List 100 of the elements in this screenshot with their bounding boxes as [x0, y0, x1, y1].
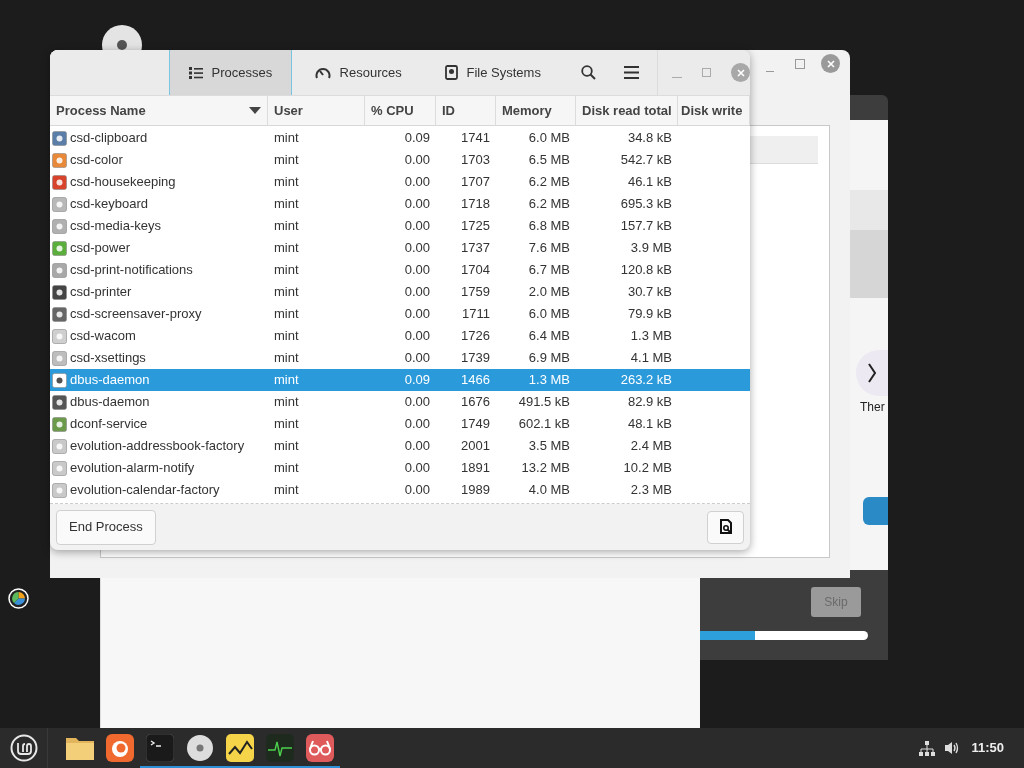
- fox-icon[interactable]: [106, 734, 134, 762]
- table-cell-text: csd-power: [70, 239, 131, 258]
- table-cell-text: csd-printer: [70, 283, 133, 302]
- heartbeat-icon[interactable]: [266, 734, 294, 762]
- table-cell-text: 1718: [460, 195, 491, 214]
- glasses-icon[interactable]: [306, 734, 334, 762]
- table-cell-text: evolution-calendar-factory: [70, 481, 221, 500]
- line-chart-icon[interactable]: [226, 734, 254, 762]
- disc-icon[interactable]: [186, 734, 214, 762]
- mint-logo-icon[interactable]: [9, 734, 38, 762]
- table-cell-text: 0.00: [403, 393, 431, 412]
- table-cell-text: 1.3 MB: [629, 327, 673, 346]
- column-header[interactable]: Process Name: [50, 96, 268, 125]
- table-cell-text: 1704: [460, 261, 491, 280]
- maximize-button[interactable]: [795, 59, 805, 69]
- table-cell-text: evolution-addressbook-factory: [70, 437, 246, 456]
- column-header[interactable]: User: [268, 96, 365, 125]
- table-cell-text: 1.3 MB: [527, 371, 571, 390]
- table-cell-text: 0.09: [403, 371, 431, 390]
- column-header[interactable]: % CPU: [365, 96, 436, 125]
- table-cell-text: 1749: [460, 415, 491, 434]
- process-row[interactable]: evolution-calendar-factory mint 0.00 1989 4.0 MB 2.3 MB: [50, 479, 750, 501]
- table-cell-text: 0.00: [403, 217, 431, 236]
- process-row[interactable]: csd-printer mint 0.00 1759 2.0 MB 30.7 kB: [50, 281, 750, 303]
- process-row[interactable]: csd-screensaver-proxy mint 0.00 1711 6.0 MB 79.9 kB: [50, 303, 750, 325]
- process-row[interactable]: evolution-addressbook-factory mint 0.00 2001 3.5 MB 2.4 MB: [50, 435, 750, 457]
- table-cell-text: mint: [273, 283, 300, 302]
- table-cell-text: csd-media-keys: [70, 217, 163, 236]
- table-cell-text: 2.0 MB: [527, 283, 571, 302]
- table-cell-text: 0.00: [403, 195, 431, 214]
- table-cell-text: mint: [273, 349, 300, 368]
- table-cell-text: csd-clipboard: [70, 129, 149, 148]
- table-cell-text: csd-print-notifications: [70, 261, 194, 280]
- search-icon[interactable]: [581, 65, 596, 80]
- close-icon: [826, 59, 835, 68]
- app-icon: [863, 497, 888, 525]
- menu-icon[interactable]: [624, 66, 639, 79]
- process-row[interactable]: csd-wacom mint 0.00 1726 6.4 MB 1.3 MB: [50, 325, 750, 347]
- table-cell-text: mint: [273, 415, 300, 434]
- table-cell-text: 3.9 MB: [629, 239, 673, 258]
- table-cell-text: mint: [273, 151, 300, 170]
- process-row[interactable]: csd-xsettings mint 0.00 1739 6.9 MB 4.1 MB: [50, 347, 750, 369]
- column-header[interactable]: Disk read total: [576, 96, 678, 125]
- process-row[interactable]: csd-keyboard mint 0.00 1718 6.2 MB 695.3 kB: [50, 193, 750, 215]
- table-cell-text: 2.3 MB: [629, 481, 673, 500]
- column-header[interactable]: ID: [436, 96, 496, 125]
- table-cell-text: 0.00: [403, 349, 431, 368]
- table-cell-text: 79.9 kB: [626, 305, 673, 324]
- table-cell-text: 82.9 kB: [626, 393, 673, 412]
- process-row[interactable]: csd-clipboard mint 0.09 1741 6.0 MB 34.8 kB: [50, 127, 750, 149]
- table-cell-text: 4.0 MB: [527, 481, 571, 500]
- column-header[interactable]: Memory: [496, 96, 576, 125]
- table-cell-text: mint: [273, 327, 300, 346]
- table-cell-text: 6.7 MB: [527, 261, 571, 280]
- network-icon[interactable]: [919, 740, 936, 756]
- color-wheel-icon[interactable]: [8, 588, 29, 609]
- table-cell-text: mint: [273, 195, 300, 214]
- table-cell-text: mint: [273, 371, 300, 390]
- table-cell-text: mint: [273, 481, 300, 500]
- table-cell-text: 30.7 kB: [626, 283, 673, 302]
- terminal-icon[interactable]: [146, 734, 174, 762]
- process-row[interactable]: csd-color mint 0.00 1703 6.5 MB 542.7 kB: [50, 149, 750, 171]
- process-row[interactable]: csd-print-notifications mint 0.00 1704 6.7 MB 120.8 kB: [50, 259, 750, 281]
- table-cell-text: 0.00: [403, 481, 431, 500]
- table-cell-text: 6.2 MB: [527, 195, 571, 214]
- process-icon: [52, 372, 67, 388]
- tab[interactable]: File Systems: [424, 50, 561, 95]
- table-cell-text: 0.09: [403, 129, 431, 148]
- process-row[interactable]: csd-power mint 0.00 1737 7.6 MB 3.9 MB: [50, 237, 750, 259]
- table-cell-text: mint: [273, 239, 300, 258]
- table-cell-text: 157.7 kB: [619, 217, 673, 236]
- table-cell-text: 2001: [460, 437, 491, 456]
- table-cell-text: 263.2 kB: [619, 371, 673, 390]
- end-process-button[interactable]: End Process: [56, 509, 156, 545]
- table-cell-text: 4.1 MB: [629, 349, 673, 368]
- table-cell-text: 3.5 MB: [527, 437, 571, 456]
- tab[interactable]: Resources: [291, 50, 425, 95]
- table-cell-text: 1891: [460, 459, 491, 478]
- table-cell-text: mint: [273, 459, 300, 478]
- table-cell-text: mint: [273, 305, 300, 324]
- table-cell-text: 0.00: [403, 327, 431, 346]
- table-cell-text: csd-screensaver-proxy: [70, 305, 203, 324]
- tab[interactable]: Processes: [168, 50, 292, 95]
- properties-button[interactable]: [707, 510, 744, 544]
- process-row[interactable]: csd-housekeeping mint 0.00 1707 6.2 MB 46.1 kB: [50, 171, 750, 193]
- table-cell-text: csd-color: [70, 151, 124, 170]
- folder-icon[interactable]: [65, 735, 95, 761]
- table-cell-text: 1741: [460, 129, 491, 148]
- table-cell-text: 6.8 MB: [527, 217, 571, 236]
- table-cell-text: dbus-daemon: [70, 393, 151, 412]
- process-row[interactable]: csd-media-keys mint 0.00 1725 6.8 MB 157.7 kB: [50, 215, 750, 237]
- table-cell-text: 0.00: [403, 437, 431, 456]
- column-header[interactable]: Disk write: [678, 96, 750, 125]
- process-row[interactable]: dconf-service mint 0.00 1749 602.1 kB 48.1 kB: [50, 413, 750, 435]
- table-cell-text: evolution-alarm-notify: [70, 459, 196, 478]
- table-cell-text: 0.00: [403, 239, 431, 258]
- table-cell-text: 6.5 MB: [527, 151, 571, 170]
- clock[interactable]: 11:50: [971, 738, 1004, 758]
- process-row[interactable]: evolution-alarm-notify mint 0.00 1891 13.2 MB 10.2 MB: [50, 457, 750, 479]
- process-row[interactable]: dbus-daemon mint 0.00 1676 491.5 kB 82.9 kB: [50, 391, 750, 413]
